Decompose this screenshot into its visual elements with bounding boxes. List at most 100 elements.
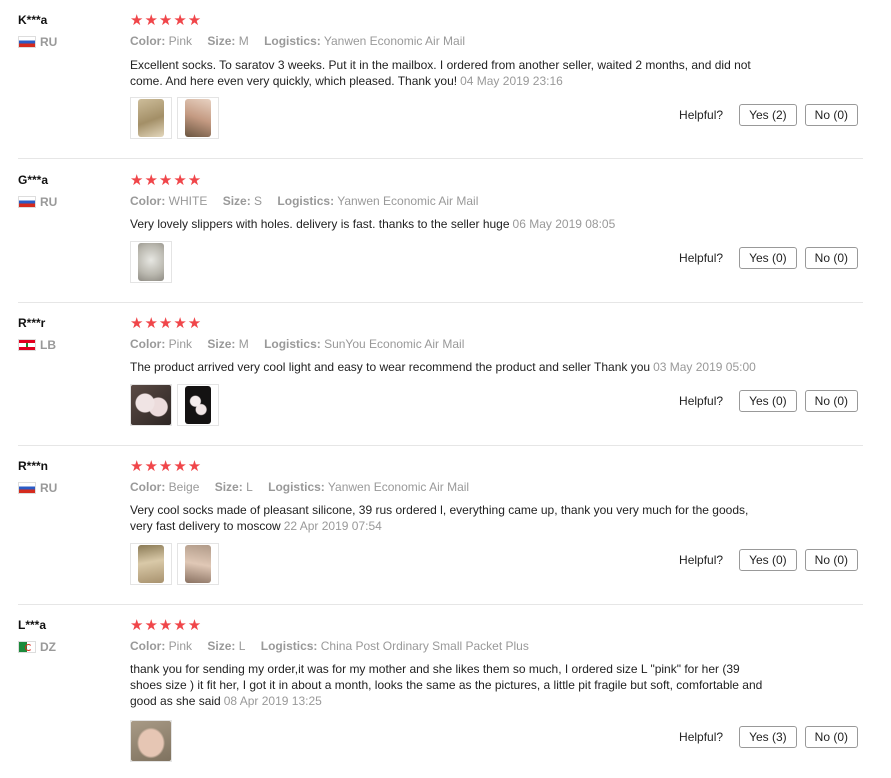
review-photo-thumbnail[interactable] bbox=[130, 241, 172, 283]
reviewer-name: R***n bbox=[18, 459, 49, 473]
star-rating: ★★★★★ bbox=[130, 617, 203, 634]
logistics-label: Logistics: bbox=[264, 34, 321, 48]
helpful-yes-button[interactable]: Yes (0) bbox=[739, 390, 797, 412]
order-attributes: Color: Pink Size: M Logistics: SunYou Ec… bbox=[130, 337, 476, 351]
review-photo-thumbnail[interactable] bbox=[177, 97, 219, 139]
review-photos bbox=[130, 720, 172, 762]
size-value: M bbox=[238, 34, 249, 48]
review-item: G***a RU ★★★★★ Color: WHITE Size: S Logi… bbox=[0, 165, 891, 303]
color-label: Color: bbox=[130, 639, 166, 653]
order-attributes: Color: WHITE Size: S Logistics: Yanwen E… bbox=[130, 194, 490, 208]
helpful-no-button[interactable]: No (0) bbox=[804, 726, 858, 748]
country-code: RU bbox=[40, 195, 58, 209]
logistics-value: Yanwen Economic Air Mail bbox=[327, 480, 470, 494]
star-rating: ★★★★★ bbox=[130, 458, 203, 475]
star-rating: ★★★★★ bbox=[130, 12, 203, 29]
review-text: Excellent socks. To saratov 3 weeks. Put… bbox=[130, 57, 770, 89]
color-value: Pink bbox=[168, 639, 193, 653]
helpful-no-button[interactable]: No (0) bbox=[804, 104, 858, 126]
review-body: Excellent socks. To saratov 3 weeks. Put… bbox=[130, 58, 751, 88]
reviewer-name: G***a bbox=[18, 173, 49, 187]
helpful-no-button[interactable]: No (0) bbox=[804, 247, 858, 269]
helpful-vote: Helpful? Yes (0) No (0) bbox=[679, 390, 858, 412]
logistics-value: Yanwen Economic Air Mail bbox=[337, 194, 479, 208]
helpful-no-button[interactable]: No (0) bbox=[804, 390, 858, 412]
color-value: Beige bbox=[168, 480, 200, 494]
helpful-no-button[interactable]: No (0) bbox=[804, 549, 858, 571]
divider bbox=[18, 604, 863, 605]
review-list: K***a RU ★★★★★ Color: Pink Size: M Logis… bbox=[0, 0, 891, 778]
size-label: Size: bbox=[207, 337, 236, 351]
review-photo-thumbnail[interactable] bbox=[130, 720, 172, 762]
review-date: 06 May 2019 08:05 bbox=[512, 217, 616, 231]
reviewer-name: K***a bbox=[18, 13, 48, 27]
review-text: Very lovely slippers with holes. deliver… bbox=[130, 216, 770, 232]
review-photo-thumbnail[interactable] bbox=[130, 97, 172, 139]
size-value: L bbox=[246, 480, 253, 494]
size-label: Size: bbox=[214, 480, 243, 494]
helpful-yes-button[interactable]: Yes (2) bbox=[739, 104, 797, 126]
algeria-flag-icon bbox=[18, 641, 36, 653]
color-label: Color: bbox=[130, 34, 166, 48]
reviewer-country: RU bbox=[18, 35, 57, 49]
order-attributes: Color: Pink Size: L Logistics: China Pos… bbox=[130, 639, 541, 653]
divider bbox=[18, 158, 863, 159]
review-photo-thumbnail[interactable] bbox=[177, 384, 219, 426]
size-label: Size: bbox=[207, 34, 236, 48]
helpful-vote: Helpful? Yes (0) No (0) bbox=[679, 247, 858, 269]
star-rating: ★★★★★ bbox=[130, 315, 203, 332]
review-photo-thumbnail[interactable] bbox=[130, 543, 172, 585]
reviewer-country: RU bbox=[18, 481, 57, 495]
review-photos bbox=[130, 241, 172, 283]
review-item: R***n RU ★★★★★ Color: Beige Size: L Logi… bbox=[0, 451, 891, 605]
divider bbox=[18, 445, 863, 446]
review-text: Very cool socks made of pleasant silicon… bbox=[130, 502, 770, 534]
russia-flag-icon bbox=[18, 196, 36, 208]
review-date: 22 Apr 2019 07:54 bbox=[283, 519, 382, 533]
size-label: Size: bbox=[222, 194, 251, 208]
review-body: The product arrived very cool light and … bbox=[130, 360, 651, 374]
review-item: K***a RU ★★★★★ Color: Pink Size: M Logis… bbox=[0, 5, 891, 159]
review-item: R***r LB ★★★★★ Color: Pink Size: M Logis… bbox=[0, 308, 891, 446]
logistics-value: China Post Ordinary Small Packet Plus bbox=[320, 639, 529, 653]
helpful-yes-button[interactable]: Yes (3) bbox=[739, 726, 797, 748]
color-label: Color: bbox=[130, 194, 166, 208]
color-value: Pink bbox=[168, 337, 193, 351]
order-attributes: Color: Beige Size: L Logistics: Yanwen E… bbox=[130, 480, 481, 494]
logistics-value: Yanwen Economic Air Mail bbox=[323, 34, 466, 48]
review-photos bbox=[130, 97, 219, 139]
helpful-yes-button[interactable]: Yes (0) bbox=[739, 549, 797, 571]
size-value: S bbox=[254, 194, 263, 208]
country-code: RU bbox=[40, 481, 58, 495]
review-body: Very cool socks made of pleasant silicon… bbox=[130, 503, 749, 533]
helpful-label: Helpful? bbox=[679, 108, 724, 122]
reviewer-country: LB bbox=[18, 338, 56, 352]
logistics-label: Logistics: bbox=[277, 194, 335, 208]
order-attributes: Color: Pink Size: M Logistics: Yanwen Ec… bbox=[130, 34, 477, 48]
helpful-label: Helpful? bbox=[679, 730, 724, 744]
logistics-value: SunYou Economic Air Mail bbox=[324, 337, 465, 351]
color-value: WHITE bbox=[168, 194, 208, 208]
review-photos bbox=[130, 384, 219, 426]
russia-flag-icon bbox=[18, 36, 36, 48]
review-text: thank you for sending my order,it was fo… bbox=[130, 661, 770, 709]
review-photos bbox=[130, 543, 219, 585]
review-text: The product arrived very cool light and … bbox=[130, 359, 770, 375]
review-item: L***a DZ ★★★★★ Color: Pink Size: L Logis… bbox=[0, 610, 891, 778]
helpful-label: Helpful? bbox=[679, 553, 724, 567]
country-code: LB bbox=[40, 338, 56, 352]
helpful-label: Helpful? bbox=[679, 394, 724, 408]
star-rating: ★★★★★ bbox=[130, 172, 203, 189]
reviewer-name: R***r bbox=[18, 316, 46, 330]
russia-flag-icon bbox=[18, 482, 36, 494]
review-photo-thumbnail[interactable] bbox=[130, 384, 172, 426]
size-value: M bbox=[238, 337, 249, 351]
helpful-vote: Helpful? Yes (3) No (0) bbox=[679, 726, 858, 748]
logistics-label: Logistics: bbox=[264, 337, 321, 351]
helpful-yes-button[interactable]: Yes (0) bbox=[739, 247, 797, 269]
size-value: L bbox=[238, 639, 246, 653]
reviewer-country: DZ bbox=[18, 640, 56, 654]
logistics-label: Logistics: bbox=[260, 639, 318, 653]
review-date: 03 May 2019 05:00 bbox=[653, 360, 756, 374]
review-photo-thumbnail[interactable] bbox=[177, 543, 219, 585]
